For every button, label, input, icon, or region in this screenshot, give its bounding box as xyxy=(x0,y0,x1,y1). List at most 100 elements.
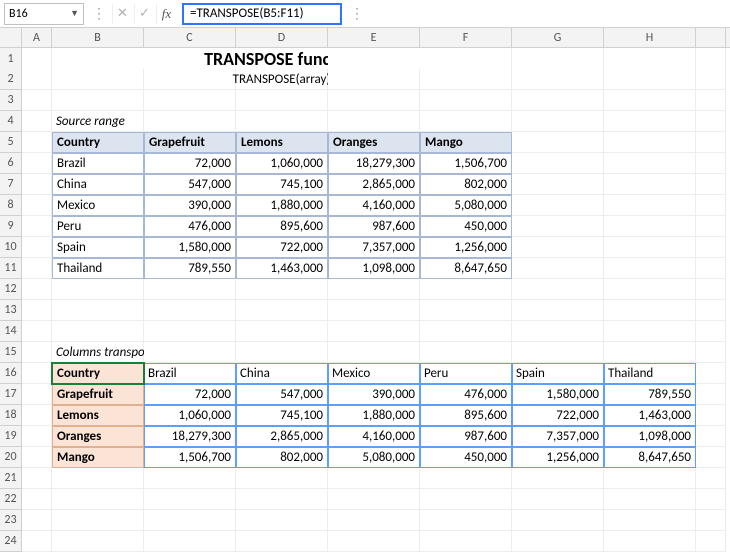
cell[interactable] xyxy=(236,531,328,552)
cell[interactable] xyxy=(604,216,696,237)
table-cell[interactable]: 1,880,000 xyxy=(236,195,328,216)
cell[interactable] xyxy=(22,132,52,153)
table-cell[interactable]: 987,600 xyxy=(420,426,512,447)
cell[interactable] xyxy=(236,279,328,300)
cell[interactable] xyxy=(22,90,52,111)
subtitle[interactable]: TRANSPOSE(array) xyxy=(236,69,328,90)
table-cell[interactable]: 4,160,000 xyxy=(328,195,420,216)
cell[interactable] xyxy=(512,111,604,132)
cell[interactable] xyxy=(696,69,726,90)
cell[interactable] xyxy=(512,489,604,510)
table-header[interactable]: Mango xyxy=(420,132,512,153)
cell[interactable] xyxy=(696,342,726,363)
cell[interactable] xyxy=(696,489,726,510)
cell[interactable] xyxy=(696,405,726,426)
table-cell[interactable]: 1,580,000 xyxy=(512,384,604,405)
cell[interactable] xyxy=(22,279,52,300)
cell[interactable] xyxy=(512,132,604,153)
table-cell[interactable]: 1,580,000 xyxy=(144,237,236,258)
cell[interactable] xyxy=(512,174,604,195)
table-cell[interactable]: 1,256,000 xyxy=(512,447,604,468)
cell[interactable] xyxy=(22,510,52,531)
cell[interactable] xyxy=(328,510,420,531)
cell[interactable] xyxy=(22,405,52,426)
label-source[interactable]: Source range xyxy=(52,111,144,132)
cell[interactable] xyxy=(604,90,696,111)
table-cell[interactable]: 1,506,700 xyxy=(420,153,512,174)
cell[interactable] xyxy=(696,426,726,447)
table-cell[interactable]: Mexico xyxy=(52,195,144,216)
cell[interactable] xyxy=(604,321,696,342)
table-cell[interactable]: 1,506,700 xyxy=(144,447,236,468)
confirm-icon[interactable]: ✓ xyxy=(134,4,154,24)
cell[interactable] xyxy=(22,195,52,216)
column-header[interactable]: D xyxy=(236,28,328,47)
column-header[interactable]: A xyxy=(22,28,52,47)
cell[interactable] xyxy=(22,531,52,552)
cell[interactable] xyxy=(604,153,696,174)
cell[interactable] xyxy=(52,489,144,510)
cell[interactable] xyxy=(22,489,52,510)
cell[interactable] xyxy=(420,510,512,531)
table-cell[interactable]: 8,647,650 xyxy=(420,258,512,279)
table-cell[interactable]: 547,000 xyxy=(144,174,236,195)
column-header-empty[interactable] xyxy=(696,28,726,47)
cell[interactable] xyxy=(420,69,512,90)
formula-input[interactable]: =TRANSPOSE(B5:F11) xyxy=(182,3,342,25)
cell[interactable] xyxy=(52,69,144,90)
cell[interactable] xyxy=(22,342,52,363)
table-cell[interactable]: 789,550 xyxy=(604,384,696,405)
cell[interactable] xyxy=(236,90,328,111)
cell[interactable] xyxy=(604,300,696,321)
formula-bar-expand-icon[interactable]: ⋮ xyxy=(350,5,364,22)
cell[interactable] xyxy=(604,531,696,552)
cell[interactable] xyxy=(696,300,726,321)
cell[interactable] xyxy=(22,111,52,132)
table-cell[interactable]: 895,600 xyxy=(420,405,512,426)
cell[interactable] xyxy=(420,531,512,552)
cell[interactable] xyxy=(22,216,52,237)
table-header[interactable]: Country xyxy=(52,132,144,153)
cell[interactable] xyxy=(420,48,512,71)
row-header[interactable]: 11 xyxy=(0,258,22,279)
cell[interactable] xyxy=(144,468,236,489)
cell[interactable] xyxy=(696,153,726,174)
row-header[interactable]: 5 xyxy=(0,132,22,153)
row-header[interactable]: 10 xyxy=(0,237,22,258)
cell[interactable] xyxy=(696,321,726,342)
cell[interactable] xyxy=(22,468,52,489)
cell[interactable] xyxy=(696,48,726,71)
cell[interactable] xyxy=(52,90,144,111)
cell[interactable] xyxy=(328,279,420,300)
cell[interactable] xyxy=(420,342,512,363)
column-header[interactable]: H xyxy=(604,28,696,47)
cell[interactable] xyxy=(604,69,696,90)
cell[interactable] xyxy=(696,363,726,384)
cell[interactable] xyxy=(144,531,236,552)
cell[interactable] xyxy=(696,174,726,195)
table-cell[interactable]: 72,000 xyxy=(144,384,236,405)
table-cell[interactable]: 547,000 xyxy=(236,384,328,405)
cell[interactable] xyxy=(52,300,144,321)
cell[interactable] xyxy=(144,300,236,321)
cell[interactable] xyxy=(22,69,52,90)
cell[interactable] xyxy=(328,321,420,342)
cell[interactable] xyxy=(420,300,512,321)
cell[interactable] xyxy=(144,111,236,132)
table-cell[interactable]: 390,000 xyxy=(144,195,236,216)
cell[interactable] xyxy=(144,489,236,510)
cell[interactable] xyxy=(512,531,604,552)
cell[interactable] xyxy=(22,384,52,405)
row-header[interactable]: 14 xyxy=(0,321,22,342)
row-header[interactable]: 9 xyxy=(0,216,22,237)
table-cell[interactable]: 895,600 xyxy=(236,216,328,237)
column-header[interactable]: F xyxy=(420,28,512,47)
row-header[interactable]: 2 xyxy=(0,69,22,90)
row-header[interactable]: 13 xyxy=(0,300,22,321)
cell[interactable] xyxy=(512,195,604,216)
cell[interactable] xyxy=(512,90,604,111)
cell[interactable] xyxy=(52,279,144,300)
cell[interactable] xyxy=(236,342,328,363)
table-cell[interactable]: 72,000 xyxy=(144,153,236,174)
cell[interactable] xyxy=(512,468,604,489)
